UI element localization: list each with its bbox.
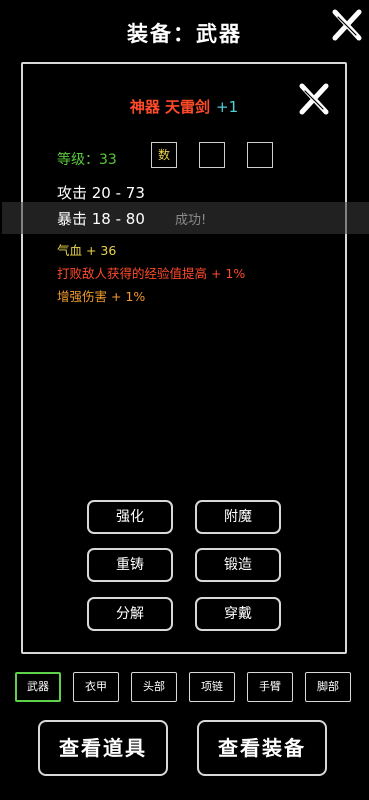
equip-button[interactable]: 穿戴 [195,597,281,631]
view-equipment-button[interactable]: 查看装备 [197,720,327,776]
bonus-hp: 气血 + 36 [57,243,117,258]
gem-slot-1[interactable]: 数 [151,142,177,168]
page-title: 装备：武器 [127,22,242,46]
enhance-level: +1 [216,98,239,116]
item-name: 神器 天雷剑 +1 [23,96,345,117]
tab-arm[interactable]: 手臂 [247,672,293,702]
forge-button[interactable]: 锻造 [195,548,281,582]
equipment-panel: 神器 天雷剑 +1 等级：33 数 攻击 20 - 73 暴击 18 - 80 成… [2,62,369,654]
enhance-button[interactable]: 强化 [87,500,173,534]
recast-button[interactable]: 重铸 [87,548,173,582]
bonus-damage: 增强伤害 + 1% [57,289,146,304]
tab-head[interactable]: 头部 [131,672,177,702]
item-level: 等级：33 [57,152,117,168]
tab-armor[interactable]: 衣甲 [73,672,119,702]
gem-slot-2[interactable] [199,142,225,168]
close-icon[interactable] [330,8,364,42]
bonus-exp: 打败敌人获得的经验值提高 + 1% [57,266,246,281]
dismantle-button[interactable]: 分解 [87,597,173,631]
attack-stat: 攻击 20 - 73 [57,184,145,202]
crit-stat: 暴击 18 - 80 [57,210,145,228]
toast-message: 成功! [175,213,207,228]
view-items-button[interactable]: 查看道具 [38,720,168,776]
tab-feet[interactable]: 脚部 [305,672,351,702]
enchant-button[interactable]: 附魔 [195,500,281,534]
item-name-text: 神器 天雷剑 [129,98,211,116]
gem-slot-3[interactable] [247,142,273,168]
tab-weapon[interactable]: 武器 [15,672,61,702]
tab-necklace[interactable]: 项链 [189,672,235,702]
